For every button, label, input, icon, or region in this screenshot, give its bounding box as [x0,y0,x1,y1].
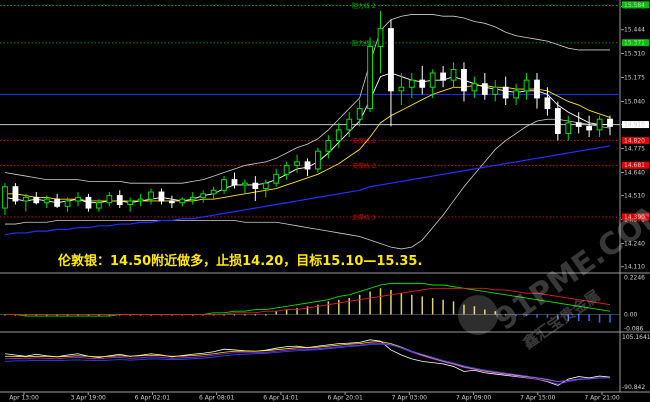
price-tick-label: 14.510 [624,193,645,200]
candle-body [544,97,551,110]
time-tick-label: 6 Apr 20:01 [327,395,362,402]
candle-body [43,198,50,204]
candle-body [137,198,144,202]
candle-body [85,196,92,209]
candle-body [523,79,530,92]
candle-body [586,125,593,131]
time-tick-label: 7 Apr 21:00 [584,395,619,402]
candle-body [304,161,311,170]
candle-body [429,72,436,88]
macd-tick-label: 0.2246 [624,275,645,282]
candle-body [565,122,572,134]
price-highlight-label: 15.584 [624,2,645,9]
time-tick-label: 6 Apr 08:01 [199,395,234,402]
candle-body [356,108,363,120]
price-highlight-label: 15.371 [624,40,645,47]
candle-body [210,189,217,195]
time-tick-label: 3 Apr 19:00 [71,395,106,402]
price-tick-label: 15.040 [624,98,645,105]
candle-body [471,83,478,92]
candle-body [398,86,405,92]
candle-body [189,196,196,200]
candle-body [367,45,373,110]
time-tick-label: 6 Apr 02:01 [135,395,170,402]
candle-body [596,118,603,131]
candle-body [408,79,415,88]
oscillator-tick-label: -90.842 [622,384,645,391]
level-label-3: 支撑线 2 [352,162,376,170]
candle-body [273,173,280,184]
candle-body [377,28,384,47]
candle-body [575,122,582,127]
candle-body [22,196,29,202]
candle-body [440,72,447,81]
candle-body [158,191,165,202]
candle-body [502,86,509,99]
candle-1 [12,183,19,205]
candle-body [461,69,467,92]
candle-body [492,86,499,95]
time-tick-label: 7 Apr 03:00 [392,395,427,402]
candle-body [534,79,540,99]
candle-body [179,198,186,204]
candle-body [116,195,123,206]
candle-body [419,79,426,88]
candle-body [513,90,520,99]
candle-body [75,196,81,202]
time-tick-label: Apr 13:00 [9,395,39,402]
candle-body [335,129,342,142]
price-tick-label: 15.175 [624,74,645,81]
candle-body [12,186,19,202]
candle-body [481,83,488,95]
price-highlight-label: 14.910 [624,122,645,129]
candle-body [315,150,321,170]
candle-body [252,182,259,190]
candle-body [607,118,613,127]
candle-30 [315,147,321,173]
candle-body [388,28,394,92]
candle-body [95,202,102,209]
candle-body [450,69,457,81]
candle-body [148,191,154,200]
candle-body [54,198,61,207]
candle-body [231,179,238,186]
candle-body [200,193,207,198]
macd-tick-label: -0.086 [624,326,644,333]
time-tick-label: 6 Apr 14:01 [263,395,298,402]
price-tick-label: 14.110 [624,264,645,271]
price-tick-label: 15.310 [624,51,645,58]
candle-body [33,196,40,204]
candle-body [262,182,269,190]
price-tick-label: 14.775 [624,146,645,153]
level-label-4: 支撑线 3 [352,213,376,221]
time-tick-label: 7 Apr 15:00 [520,395,555,402]
trade-annotation: 伦敦银：14.50附近做多，止损14.20，目标15.10—15.35. [58,253,422,269]
candle-body [64,200,71,207]
level-label-0: 阻力线 2 [352,2,376,10]
candle-body [168,200,175,204]
oscillator-tick-label: 105.1641 [622,334,650,341]
candle-body [106,195,113,204]
macd-tick-label: 0.00 [624,311,638,318]
candle-body [221,179,227,191]
candle-35 [367,37,373,113]
price-highlight-label: 14.820 [624,138,645,145]
price-chart: 阻力线 2阻力线 1支撑线 1支撑线 2支撑线 3 15.57515.44415… [0,0,650,402]
candle-body [294,161,300,166]
candle-body [242,182,248,186]
price-highlight-label: 14.681 [624,162,645,169]
price-tick-label: 14.640 [624,170,645,177]
candle-body [283,164,290,175]
candle-body [554,108,561,134]
candle-body [346,118,353,131]
candle-body [2,186,8,209]
time-tick-label: 7 Apr 09:00 [456,395,491,402]
price-tick-label: 15.444 [624,27,645,34]
candle-body [127,200,134,206]
candle-body [325,140,332,152]
